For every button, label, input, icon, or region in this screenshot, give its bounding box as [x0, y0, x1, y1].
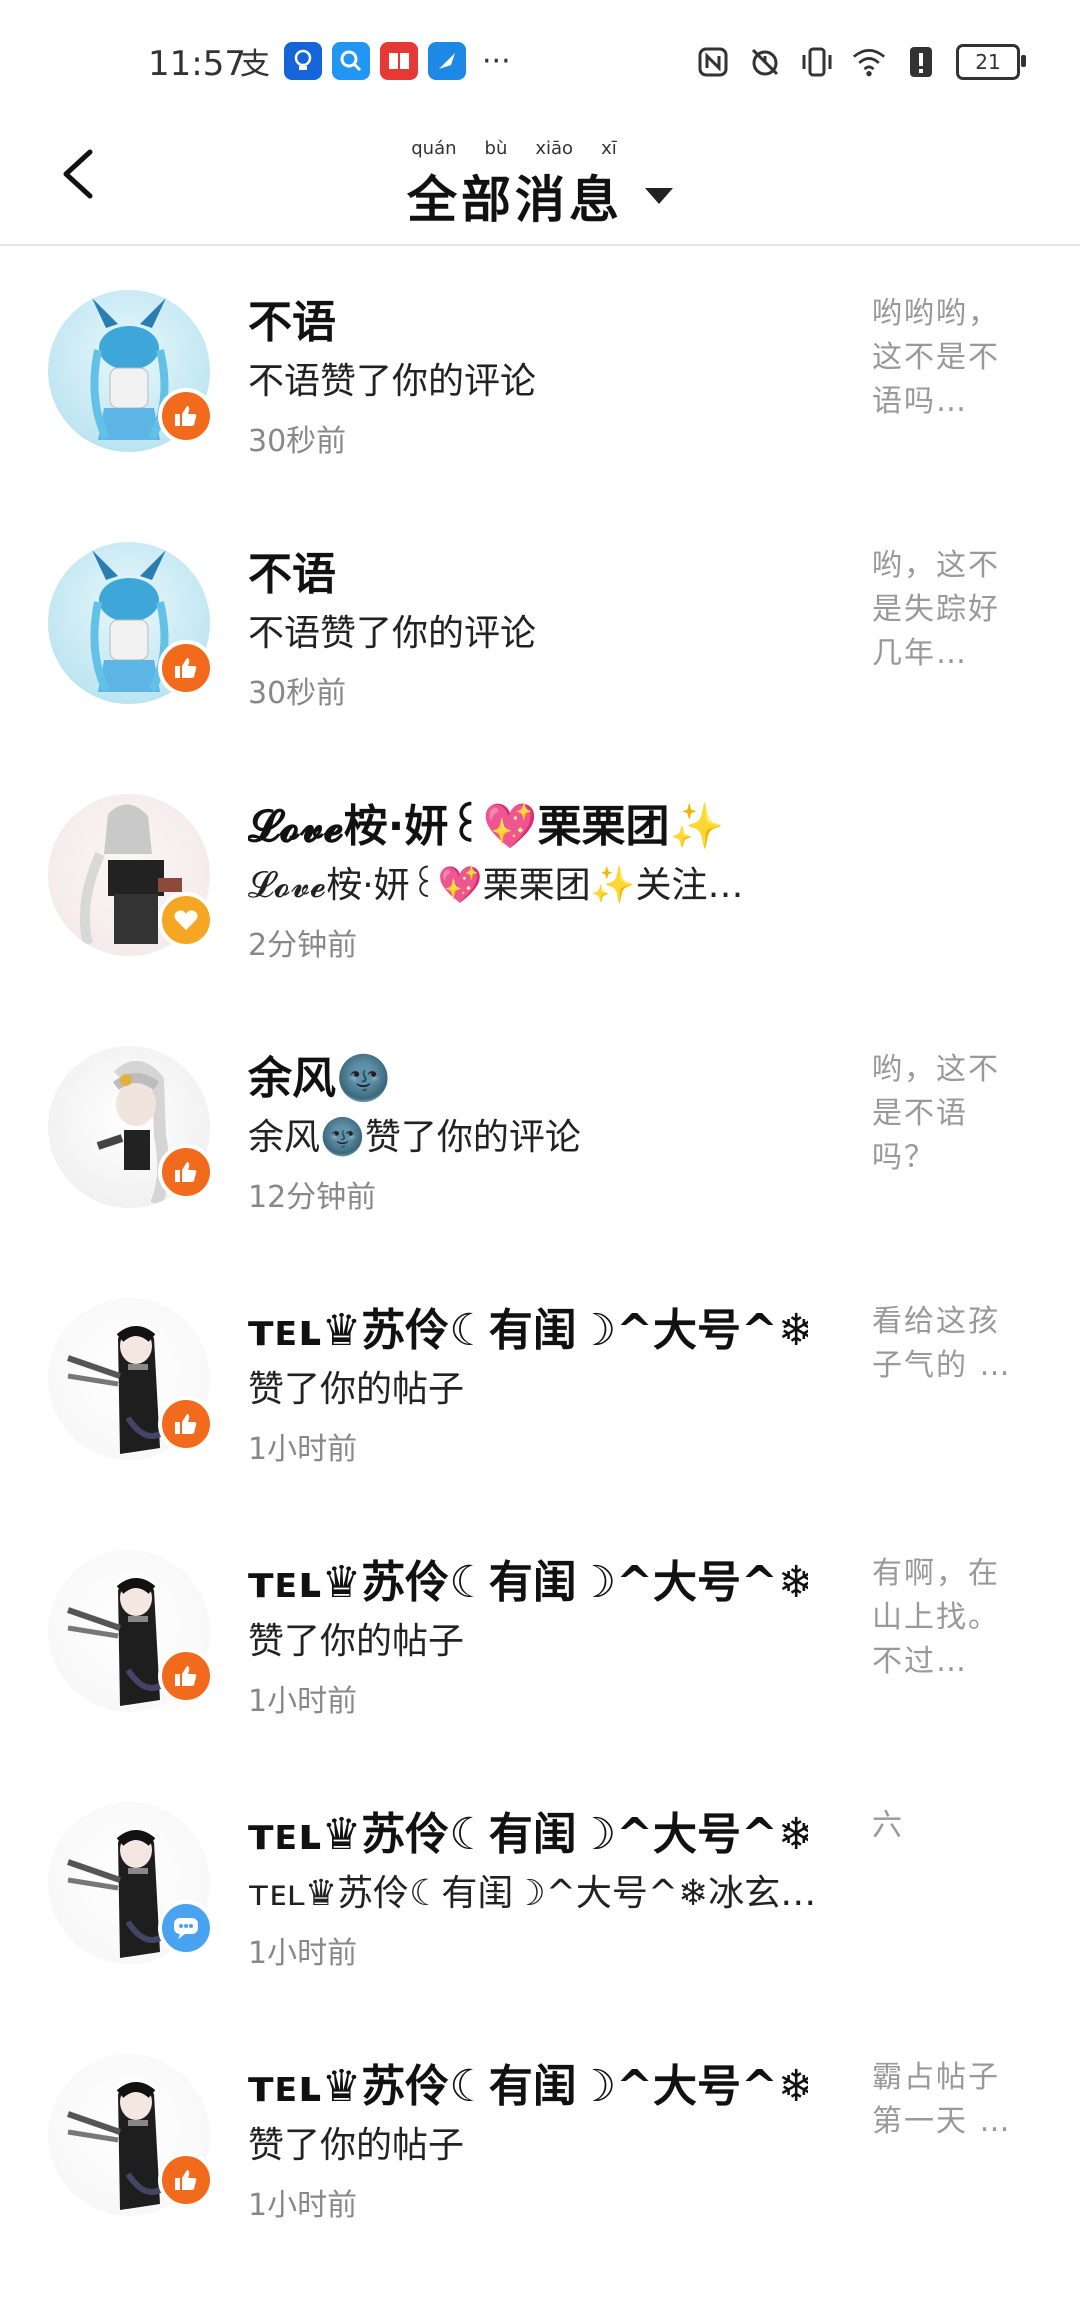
message-time: 1小时前	[248, 1684, 358, 1719]
search-icon	[332, 42, 370, 80]
vibrate-icon	[800, 45, 834, 79]
message-description: 𝓛𝓸𝓿𝓮桉·妍꒰💖栗栗团✨关注…	[248, 865, 744, 906]
bulb-icon	[284, 42, 322, 80]
avatar-container[interactable]	[48, 794, 214, 956]
content-preview[interactable]: 哟哟哟，这不是不语吗…	[872, 292, 1012, 424]
content-preview[interactable]: 六	[872, 1804, 1012, 1848]
system-icons: 21	[696, 44, 1026, 80]
notification-icons: 支 ···	[236, 42, 511, 82]
message-time: 1小时前	[248, 1432, 358, 1467]
message-description: 余风🌚赞了你的评论	[248, 1117, 581, 1158]
alarm-icon	[748, 45, 782, 79]
message-item[interactable]: ᴛᴇʟ♛苏伶☾有闺☽^大号^❄… 赞了你的帖子 1小时前 看给这孩子气的 …	[0, 1254, 1080, 1506]
more-notifications-icon: ···	[482, 43, 511, 79]
content-preview[interactable]: 有啊，在山上找。不过…	[872, 1552, 1012, 1684]
sender-name[interactable]: ᴛᴇʟ♛苏伶☾有闺☽^大号^❄…	[248, 1798, 808, 1862]
heart-icon	[174, 910, 198, 930]
message-time: 12分钟前	[248, 1180, 377, 1215]
message-list: 不语 不语赞了你的评论 30秒前 哟哟哟，这不是不语吗… 不语 不语赞了你的评论…	[0, 246, 1080, 2262]
comment-icon	[174, 1918, 198, 1939]
alipay-icon: 支	[240, 47, 270, 82]
avatar-container[interactable]	[48, 1046, 214, 1208]
feather-icon	[428, 42, 466, 80]
status-bar: 11:57 支 ··· 21	[0, 0, 1080, 120]
title-pinyin: quán bù xiāo xī	[411, 138, 617, 159]
dropdown-caret-icon[interactable]	[645, 188, 673, 204]
message-item[interactable]: ᴛᴇʟ♛苏伶☾有闺☽^大号^❄… 赞了你的帖子 1小时前 有啊，在山上找。不过…	[0, 1506, 1080, 1758]
title-selector[interactable]: quán bù xiāo xī 全部消息	[0, 138, 1080, 232]
message-time: 30秒前	[248, 676, 347, 711]
message-time: 1小时前	[248, 1936, 358, 1971]
message-time: 30秒前	[248, 424, 347, 459]
avatar-container[interactable]	[48, 1802, 214, 1964]
top-bar: quán bù xiāo xī 全部消息	[0, 120, 1080, 246]
message-item[interactable]: ᴛᴇʟ♛苏伶☾有闺☽^大号^❄… ᴛᴇʟ♛苏伶☾有闺☽^大号^❄冰玄… 1小时前…	[0, 1758, 1080, 2010]
heart-badge	[158, 892, 214, 948]
message-description: 不语赞了你的评论	[248, 613, 537, 654]
battery-icon: 21	[956, 44, 1026, 80]
sender-name[interactable]: 余风🌚	[248, 1042, 391, 1106]
thumbs-up-icon	[175, 406, 197, 426]
like-badge	[158, 1396, 214, 1452]
thumbs-up-icon	[175, 658, 197, 678]
thumbs-up-icon	[175, 1162, 197, 1182]
message-description: 赞了你的帖子	[248, 2125, 465, 2166]
page-title: 全部消息	[407, 171, 623, 229]
sender-name[interactable]: 不语	[248, 286, 336, 350]
message-description: 赞了你的帖子	[248, 1369, 465, 1410]
avatar-container[interactable]	[48, 1298, 214, 1460]
book-icon	[380, 42, 418, 80]
like-badge	[158, 388, 214, 444]
sender-name[interactable]: 𝓛𝓸𝓿𝓮桉·妍꒰💖栗栗团✨	[248, 790, 724, 854]
sender-name[interactable]: ᴛᴇʟ♛苏伶☾有闺☽^大号^❄…	[248, 1294, 808, 1358]
content-preview[interactable]: 哟，这不是不语吗？	[872, 1048, 1012, 1180]
content-preview[interactable]: 看给这孩子气的 …	[872, 1300, 1012, 1388]
message-description: 赞了你的帖子	[248, 1621, 465, 1662]
nfc-icon	[696, 45, 730, 79]
like-badge	[158, 1144, 214, 1200]
like-badge	[158, 2152, 214, 2208]
message-description: ᴛᴇʟ♛苏伶☾有闺☽^大号^❄冰玄…	[248, 1873, 817, 1914]
message-description: 不语赞了你的评论	[248, 361, 537, 402]
message-item[interactable]: 𝓛𝓸𝓿𝓮桉·妍꒰💖栗栗团✨ 𝓛𝓸𝓿𝓮桉·妍꒰💖栗栗团✨关注… 2分钟前	[0, 750, 1080, 1002]
like-badge	[158, 1648, 214, 1704]
content-preview[interactable]: 霸占帖子第一天 …	[872, 2056, 1012, 2144]
status-time: 11:57	[148, 44, 246, 84]
sender-name[interactable]: 不语	[248, 538, 336, 602]
message-time: 2分钟前	[248, 928, 358, 963]
wifi-icon	[852, 45, 886, 79]
message-item[interactable]: 不语 不语赞了你的评论 30秒前 哟，这不是失踪好几年…	[0, 498, 1080, 750]
content-preview[interactable]: 哟，这不是失踪好几年…	[872, 544, 1012, 676]
like-badge	[158, 640, 214, 696]
comment-badge	[158, 1900, 214, 1956]
sender-name[interactable]: ᴛᴇʟ♛苏伶☾有闺☽^大号^❄…	[248, 2050, 808, 2114]
thumbs-up-icon	[175, 1414, 197, 1434]
message-time: 1小时前	[248, 2188, 358, 2223]
message-item[interactable]: ᴛᴇʟ♛苏伶☾有闺☽^大号^❄… 赞了你的帖子 1小时前 霸占帖子第一天 …	[0, 2010, 1080, 2262]
avatar-container[interactable]	[48, 290, 214, 452]
message-item[interactable]: 不语 不语赞了你的评论 30秒前 哟哟哟，这不是不语吗…	[0, 246, 1080, 498]
avatar-container[interactable]	[48, 1550, 214, 1712]
sender-name[interactable]: ᴛᴇʟ♛苏伶☾有闺☽^大号^❄…	[248, 1546, 808, 1610]
avatar-container[interactable]	[48, 2054, 214, 2216]
avatar-container[interactable]	[48, 542, 214, 704]
message-item[interactable]: 余风🌚 余风🌚赞了你的评论 12分钟前 哟，这不是不语吗？	[0, 1002, 1080, 1254]
thumbs-up-icon	[175, 2170, 197, 2190]
thumbs-up-icon	[175, 1666, 197, 1686]
alert-icon	[904, 45, 938, 79]
